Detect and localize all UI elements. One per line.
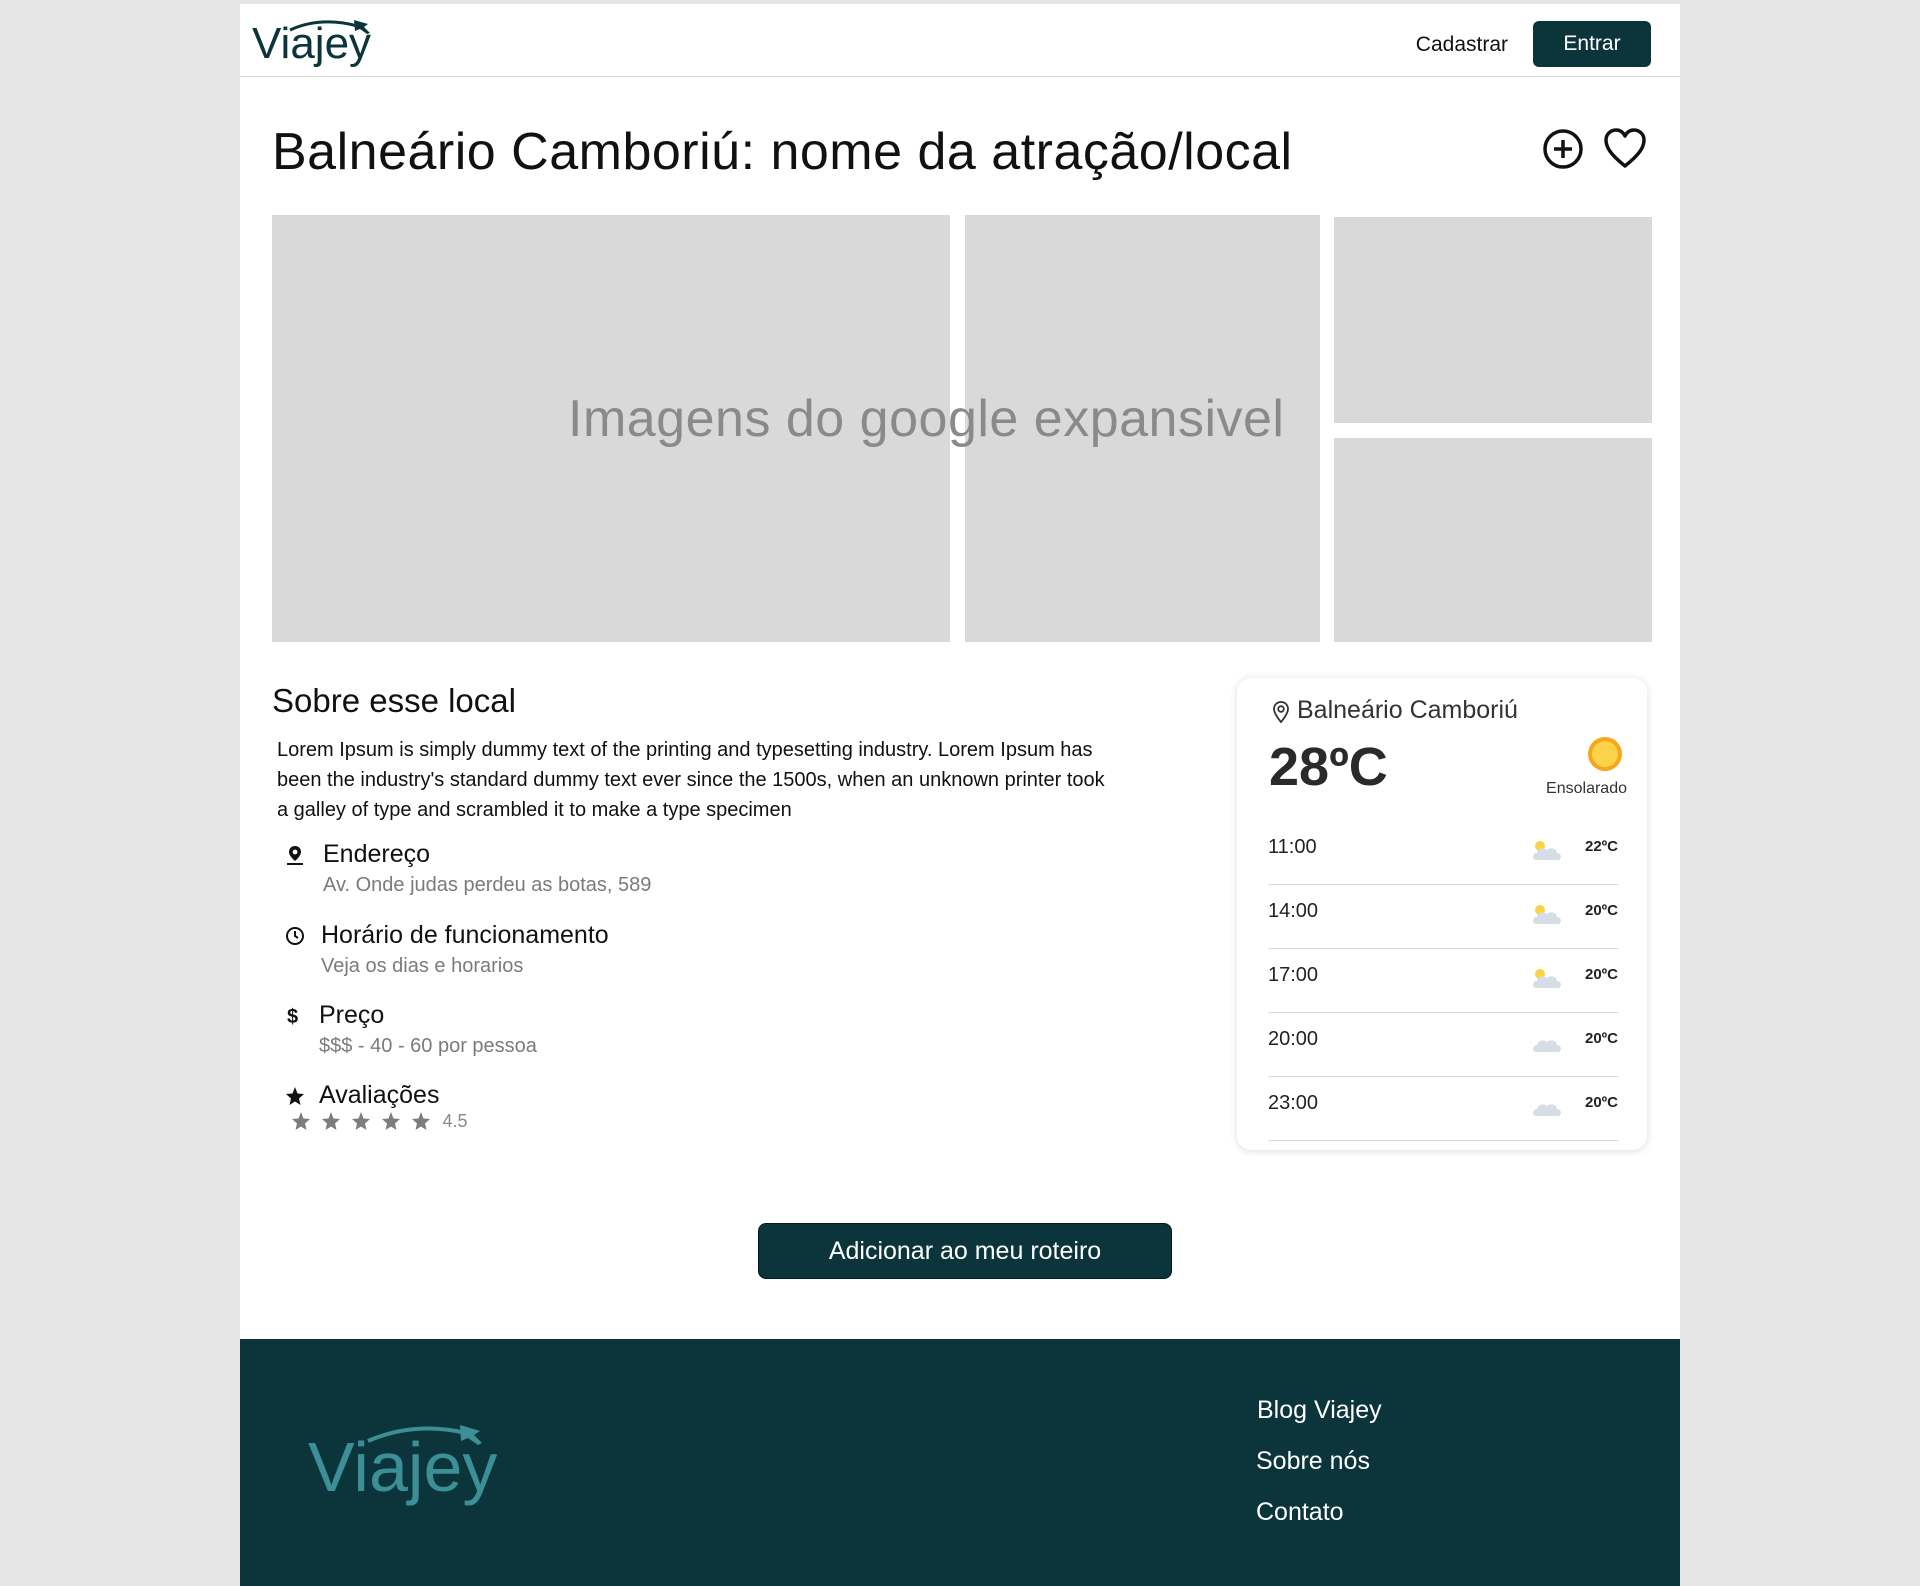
page: Viajey Cadastrar Entrar Balneário Cambor… — [240, 4, 1680, 1586]
add-to-itinerary-button[interactable]: Adicionar ao meu roteiro — [758, 1223, 1172, 1279]
forecast-time: 23:00 — [1268, 1092, 1319, 1114]
footer: Viajey Blog Viajey Sobre nós Contato — [240, 1339, 1680, 1586]
svg-text:Viajey: Viajey — [308, 1428, 497, 1506]
rating-stars[interactable]: 4.5 — [290, 1110, 467, 1136]
footer-link-about[interactable]: Sobre nós — [1256, 1447, 1370, 1476]
address-label: Endereço — [323, 840, 431, 868]
forecast-temp: 20ºC — [1585, 902, 1618, 919]
gallery-image-3[interactable] — [1334, 217, 1652, 423]
viajey-logo[interactable]: Viajey — [306, 1415, 502, 1513]
gallery-image-main[interactable] — [272, 215, 950, 642]
image-gallery: Imagens do google expansivel — [240, 4, 1680, 684]
forecast-row: 11:00 22ºC — [1268, 820, 1618, 885]
forecast-temp: 20ºC — [1585, 1094, 1618, 1111]
weather-temperature: 28ºC — [1269, 737, 1388, 797]
forecast-row: 20:00 20ºC — [1268, 1012, 1618, 1077]
star-icon[interactable] — [350, 1110, 372, 1132]
price-value: $$$ - 40 - 60 por pessoa — [319, 1035, 537, 1057]
weather-location: Balneário Camboriú — [1297, 696, 1518, 724]
sun-icon — [1588, 737, 1622, 771]
about-description: Lorem Ipsum is simply dummy text of the … — [277, 739, 1105, 821]
forecast-temp: 20ºC — [1585, 1030, 1618, 1047]
footer-link-contact[interactable]: Contato — [1256, 1498, 1344, 1527]
forecast-temp: 22ºC — [1585, 838, 1618, 855]
gallery-image-2[interactable] — [965, 215, 1320, 642]
location-pin-icon — [1273, 701, 1289, 724]
forecast-row: 14:00 20ºC — [1268, 884, 1618, 949]
viajey-logo[interactable]: Viajey — [250, 12, 380, 72]
clock-icon — [286, 927, 304, 945]
star-icon[interactable] — [380, 1110, 402, 1132]
star-icon[interactable] — [320, 1110, 342, 1132]
forecast-time: 17:00 — [1268, 964, 1319, 986]
star-icon[interactable] — [410, 1110, 432, 1132]
gallery-image-4[interactable] — [1334, 438, 1652, 642]
forecast-time: 20:00 — [1268, 1028, 1319, 1050]
about-title: Sobre esse local — [272, 682, 516, 719]
page-title: Balneário Camboriú: nome da atração/loca… — [272, 123, 1293, 181]
weather-card: Balneário Camboriú 28ºC Ensolarado 11:00… — [1237, 678, 1647, 1150]
opening-hours-value: Veja os dias e horarios — [321, 955, 524, 977]
login-button[interactable]: Entrar — [1533, 21, 1651, 67]
address-value: Av. Onde judas perdeu as botas, 589 — [323, 874, 652, 896]
rating-label: Avaliações — [319, 1081, 440, 1109]
cloud-icon — [1533, 1040, 1561, 1052]
forecast-temp: 20ºC — [1585, 966, 1618, 983]
svg-text:$: $ — [287, 1006, 298, 1027]
forecast-time: 14:00 — [1268, 900, 1319, 922]
star-icon[interactable] — [290, 1110, 312, 1132]
cloud-icon — [1533, 1104, 1561, 1116]
forecast-row: 17:00 20ºC — [1268, 948, 1618, 1013]
partly-cloudy-icon — [1533, 841, 1561, 860]
opening-hours-label: Horário de funcionamento — [321, 921, 609, 949]
rating-value: 4.5 — [442, 1110, 468, 1131]
partly-cloudy-icon — [1533, 969, 1561, 988]
forecast-time: 11:00 — [1268, 836, 1317, 858]
weather-condition: Ensolarado — [1546, 780, 1627, 797]
footer-link-blog[interactable]: Blog Viajey — [1257, 1396, 1382, 1425]
top-navbar: Viajey Cadastrar Entrar — [240, 4, 1680, 77]
partly-cloudy-icon — [1533, 905, 1561, 924]
forecast-row: 23:00 20ºC — [1268, 1076, 1618, 1141]
price-label: Preço — [319, 1001, 385, 1029]
star-icon — [286, 1087, 304, 1105]
dollar-icon: $ — [287, 1006, 298, 1027]
map-pin-icon — [287, 846, 303, 865]
heart-icon[interactable] — [1602, 126, 1648, 172]
signup-button[interactable]: Cadastrar — [1416, 30, 1508, 60]
add-circle-icon[interactable] — [1540, 126, 1586, 172]
